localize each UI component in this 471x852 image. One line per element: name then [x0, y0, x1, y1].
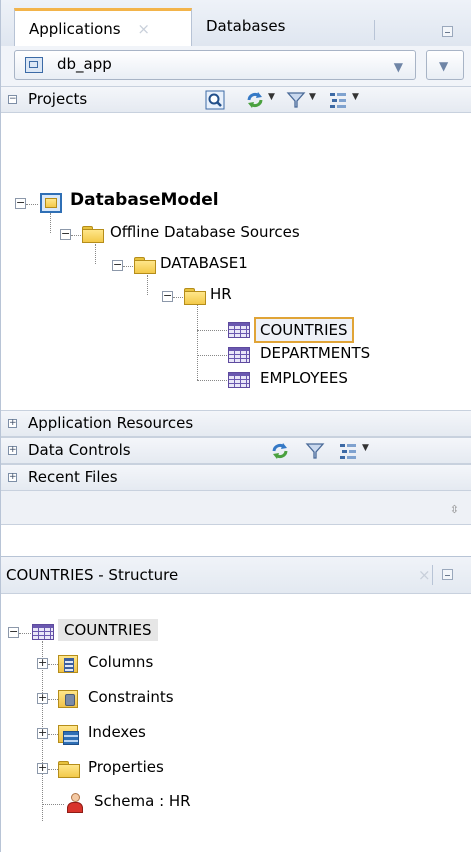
- expand-icon[interactable]: +: [37, 657, 48, 669]
- application-combo[interactable]: db_app ▼: [14, 50, 416, 80]
- tab-databases-label: Databases: [206, 17, 286, 35]
- collapse-icon[interactable]: −: [60, 228, 71, 240]
- tab-applications[interactable]: Applications ×: [14, 8, 192, 46]
- application-resources-label: Application Resources: [28, 414, 194, 432]
- navigator-tab-strip: Applications × Databases: [0, 0, 471, 47]
- structure-node-columns[interactable]: Columns: [88, 653, 153, 671]
- chevron-down-icon: ▼: [439, 59, 449, 73]
- splitter-arrows-icon: ⇳: [449, 503, 459, 516]
- tree-node-table-employees[interactable]: EMPLOYEES: [260, 369, 348, 387]
- structure-root-countries[interactable]: COUNTRIES: [58, 619, 158, 641]
- expand-icon[interactable]: +: [8, 473, 17, 482]
- expand-icon[interactable]: +: [8, 446, 17, 455]
- data-controls-label: Data Controls: [28, 441, 131, 459]
- application-name: db_app: [57, 55, 112, 73]
- tree-node-database-model[interactable]: DatabaseModel: [70, 190, 219, 210]
- tab-divider: [374, 20, 375, 40]
- tree-node-offline-sources[interactable]: Offline Database Sources: [110, 223, 300, 241]
- tab-applications-label: Applications: [29, 20, 121, 38]
- folder-icon: [184, 288, 206, 305]
- folder-icon: [58, 761, 80, 778]
- constraints-icon: [58, 690, 78, 708]
- collapse-icon[interactable]: −: [8, 95, 17, 104]
- expand-icon[interactable]: +: [8, 419, 17, 428]
- spacer: [0, 525, 471, 556]
- view-options-icon[interactable]: [338, 441, 358, 461]
- view-options-caret[interactable]: ▼: [352, 92, 359, 102]
- structure-node-indexes[interactable]: Indexes: [88, 723, 146, 741]
- projects-label: Projects: [28, 90, 88, 108]
- structure-node-properties[interactable]: Properties: [88, 758, 164, 776]
- expand-icon[interactable]: +: [37, 727, 48, 739]
- refresh-icon[interactable]: [270, 441, 290, 461]
- folder-icon: [134, 257, 156, 274]
- expand-icon[interactable]: +: [37, 692, 48, 704]
- table-icon: [228, 372, 250, 388]
- database-model-icon: [40, 193, 62, 213]
- panel-splitter[interactable]: ⇳: [0, 491, 471, 525]
- minimize-icon[interactable]: [442, 26, 453, 37]
- columns-icon: [58, 655, 78, 673]
- application-icon: [25, 57, 43, 73]
- minimize-icon[interactable]: [442, 569, 453, 580]
- view-options-caret[interactable]: ▼: [362, 443, 369, 453]
- folder-icon: [82, 226, 104, 243]
- chevron-down-icon: ▼: [393, 60, 403, 74]
- tree-node-table-departments[interactable]: DEPARTMENTS: [260, 344, 370, 362]
- projects-tree: − DatabaseModel − Offline Database Sourc…: [0, 113, 471, 410]
- tree-node-table-countries[interactable]: COUNTRIES: [254, 317, 354, 343]
- structure-node-schema[interactable]: Schema : HR: [94, 792, 191, 810]
- filter-icon[interactable]: [305, 441, 325, 461]
- table-icon: [228, 322, 250, 338]
- recent-files-section-header[interactable]: + Recent Files: [0, 464, 471, 491]
- table-icon: [228, 347, 250, 363]
- find-icon[interactable]: [205, 90, 225, 110]
- data-controls-section-header[interactable]: + Data Controls ▼: [0, 437, 471, 464]
- table-icon: [32, 624, 54, 640]
- collapse-icon[interactable]: −: [8, 626, 19, 638]
- user-icon: [66, 793, 84, 813]
- indexes-icon: [58, 725, 79, 745]
- refresh-icon[interactable]: [245, 90, 265, 110]
- header-divider: [432, 565, 433, 585]
- structure-tree: − COUNTRIES + Columns + Constraints + In…: [0, 594, 471, 852]
- application-resources-section-header[interactable]: + Application Resources: [0, 410, 471, 437]
- close-icon[interactable]: ×: [137, 20, 150, 38]
- tab-databases[interactable]: Databases: [192, 8, 352, 46]
- structure-panel-title: COUNTRIES - Structure: [6, 566, 179, 584]
- structure-panel-header: COUNTRIES - Structure ×: [0, 556, 471, 594]
- panel-border: [0, 0, 1, 852]
- application-selector-row: db_app ▼ ▼: [0, 46, 471, 86]
- structure-node-constraints[interactable]: Constraints: [88, 688, 174, 706]
- refresh-menu-caret[interactable]: ▼: [268, 92, 275, 102]
- expand-icon[interactable]: +: [37, 762, 48, 774]
- application-menu-button[interactable]: ▼: [426, 50, 464, 80]
- collapse-icon[interactable]: −: [112, 259, 123, 271]
- close-icon[interactable]: ×: [418, 566, 431, 584]
- projects-section-header[interactable]: − Projects ▼ ▼ ▼: [0, 86, 471, 113]
- tree-node-database1[interactable]: DATABASE1: [160, 254, 248, 272]
- collapse-icon[interactable]: −: [15, 197, 26, 209]
- recent-files-label: Recent Files: [28, 468, 118, 486]
- collapse-icon[interactable]: −: [162, 290, 173, 302]
- view-options-icon[interactable]: [328, 90, 348, 110]
- filter-menu-caret[interactable]: ▼: [309, 92, 316, 102]
- tree-node-hr[interactable]: HR: [210, 285, 232, 303]
- filter-icon[interactable]: [286, 90, 306, 110]
